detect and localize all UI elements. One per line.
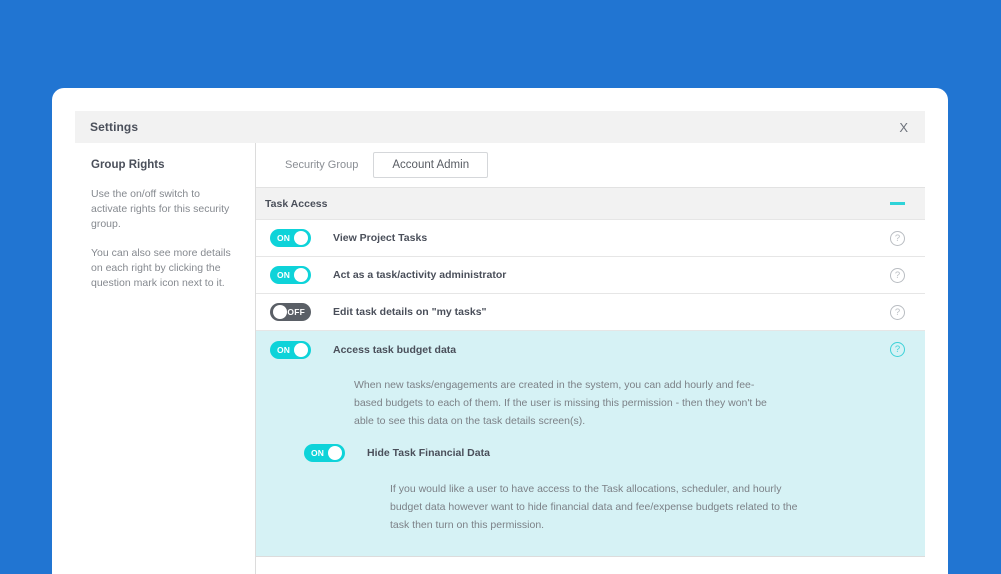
content-panel: Security Group Account Admin Task Access… — [256, 143, 925, 574]
toggle-view-project-tasks[interactable]: ON — [270, 229, 311, 247]
toggle-edit-task-details[interactable]: OFF — [270, 303, 311, 321]
page-title: Settings — [90, 120, 139, 134]
toggle-state-label: ON — [277, 270, 291, 280]
sub-right-label: Hide Task Financial Data — [367, 447, 490, 459]
minus-icon[interactable] — [890, 202, 905, 205]
right-row-view-project-tasks[interactable]: ON View Project Tasks ? — [256, 220, 925, 257]
help-icon[interactable]: ? — [890, 304, 905, 320]
right-label: View Project Tasks — [333, 232, 428, 244]
toggle-state-label: ON — [311, 448, 325, 458]
right-row-task-activity-administrator[interactable]: ON Act as a task/activity administrator … — [256, 257, 925, 294]
sidebar-paragraph-2: You can also see more details on each ri… — [91, 247, 231, 289]
toggle-state-label: OFF — [287, 307, 305, 317]
toggle-knob — [294, 268, 308, 282]
toggle-knob — [273, 305, 287, 319]
right-label: Edit task details on "my tasks" — [333, 306, 487, 318]
help-icon[interactable]: ? — [890, 267, 905, 283]
right-row-edit-task-details[interactable]: OFF Edit task details on "my tasks" ? — [256, 294, 925, 331]
toggle-task-activity-administrator[interactable]: ON — [270, 266, 311, 284]
sub-right-description: If you would like a user to have access … — [390, 483, 798, 531]
modal-title-bar: Settings X — [75, 111, 925, 143]
modal-body: Group Rights Use the on/off switch to ac… — [75, 143, 925, 574]
sidebar-paragraph-1: Use the on/off switch to activate rights… — [91, 188, 230, 230]
toggle-knob — [328, 446, 342, 460]
toggle-hide-task-financial-data[interactable]: ON — [304, 444, 345, 462]
right-description: When new tasks/engagements are created i… — [354, 379, 767, 427]
close-icon[interactable]: X — [896, 119, 911, 136]
expanded-panel-access-task-budget-data: ON Access task budget data ? When new ta… — [256, 331, 925, 557]
sidebar: Group Rights Use the on/off switch to ac… — [75, 143, 256, 574]
right-row-access-task-budget-data[interactable]: ON Access task budget data ? — [256, 331, 925, 368]
section-title: Task Access — [265, 197, 328, 210]
toggle-access-task-budget-data[interactable]: ON — [270, 340, 311, 359]
toggle-state-label: ON — [277, 233, 291, 243]
sub-right-row-hide-task-financial-data[interactable]: ON Hide Task Financial Data — [256, 440, 925, 466]
right-label: Act as a task/activity administrator — [333, 269, 507, 281]
toggle-knob — [294, 231, 308, 245]
security-group-value[interactable]: Account Admin — [373, 152, 489, 178]
toggle-knob — [294, 342, 308, 357]
help-icon[interactable]: ? — [890, 342, 905, 357]
help-icon[interactable]: ? — [890, 230, 905, 246]
security-group-label: Security Group — [285, 159, 359, 171]
section-header-task-access[interactable]: Task Access — [256, 188, 925, 220]
right-label: Access task budget data — [333, 343, 457, 356]
toggle-state-label: ON — [277, 344, 291, 355]
security-group-selector: Security Group Account Admin — [256, 143, 925, 188]
settings-modal: Settings X Group Rights Use the on/off s… — [52, 88, 948, 574]
sidebar-heading: Group Rights — [91, 159, 165, 171]
